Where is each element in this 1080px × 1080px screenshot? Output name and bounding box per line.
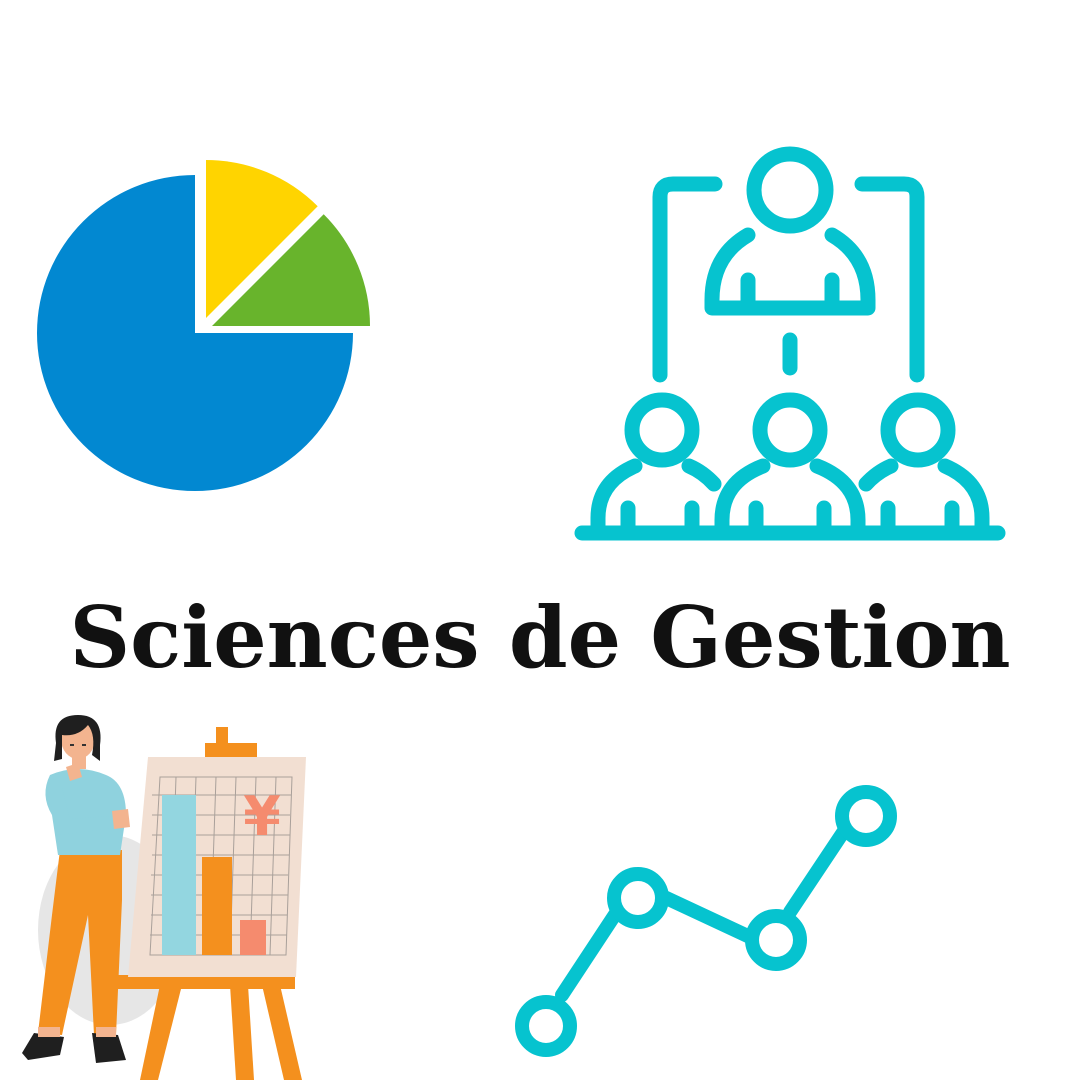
pie-chart-icon xyxy=(37,160,370,491)
currency-symbol: ¥ xyxy=(243,785,281,848)
graph-point-3 xyxy=(745,909,807,971)
board-bar-3 xyxy=(240,920,266,955)
line-graph-icon xyxy=(515,785,897,1057)
page-title: Sciences de Gestion xyxy=(69,588,1011,687)
pie-slice-blue xyxy=(37,175,353,491)
graph-point-2 xyxy=(607,867,669,929)
team-hierarchy-icon xyxy=(574,146,1006,541)
board-bar-1 xyxy=(162,795,196,955)
woman-presenter-illustration: ¥ xyxy=(22,715,306,1080)
graph-point-4 xyxy=(835,785,897,847)
board-bar-2 xyxy=(202,857,232,955)
graph-point-1 xyxy=(515,995,577,1057)
